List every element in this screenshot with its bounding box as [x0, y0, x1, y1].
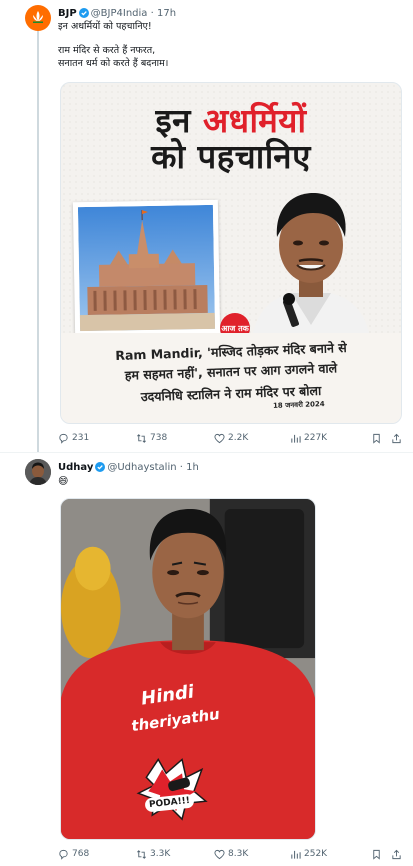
reply-icon [59, 849, 68, 860]
reply-count: 768 [72, 849, 90, 859]
tweet-header: BJP @BJP4India · 17h [58, 6, 176, 20]
tweet-text-emoji: 😄 [58, 476, 69, 487]
views-count: 252K [304, 849, 328, 859]
tweet-bjp[interactable]: BJP @BJP4India · 17h इन अधर्मियों को पहच… [0, 0, 413, 452]
person-photo [231, 175, 391, 345]
views-button[interactable]: 227K [290, 431, 327, 445]
timestamp[interactable]: 17h [157, 8, 176, 19]
author-handle[interactable]: @BJP4India [91, 8, 148, 19]
tweet-media-image[interactable]: Hindi theriyathu PODA!!! [60, 498, 316, 840]
avatar-photo [25, 459, 51, 485]
retweet-count: 3.3K [150, 849, 171, 859]
retweet-icon [137, 433, 146, 443]
like-icon [214, 849, 225, 859]
like-button[interactable]: 8.3K [214, 847, 248, 861]
tweet-actions: 231 738 2.2K 227K [58, 431, 403, 445]
retweet-icon [137, 849, 146, 859]
author-name[interactable]: BJP [58, 8, 77, 19]
thread-line [37, 30, 39, 452]
retweet-button[interactable]: 3.3K [136, 847, 170, 861]
bookmark-icon [373, 433, 380, 444]
verified-badge-icon [95, 462, 106, 472]
timestamp[interactable]: 1h [186, 462, 199, 473]
views-icon [291, 434, 301, 443]
tweet-media-image[interactable]: इन अधर्मियों को पहचानिए आज तक Ram Mandir… [60, 82, 402, 424]
views-icon [291, 850, 301, 859]
like-count: 2.2K [228, 433, 249, 443]
author-name[interactable]: Udhay [58, 462, 93, 473]
verified-badge-icon [78, 8, 89, 18]
retweet-count: 738 [150, 433, 168, 443]
tweet-text-line: इन अधर्मियों को पहचानिए! [58, 21, 152, 32]
media-headline-bottom: को पहचानिए [151, 137, 311, 176]
author-handle[interactable]: @Udhaystalin [107, 462, 176, 473]
tweet-divider [0, 452, 413, 453]
bookmark-icon [373, 849, 380, 860]
reply-count: 231 [72, 433, 90, 443]
share-icon [392, 849, 401, 859]
share-button[interactable] [391, 431, 402, 445]
avatar[interactable] [25, 5, 51, 31]
like-button[interactable]: 2.2K [214, 431, 248, 445]
retweet-button[interactable]: 738 [136, 431, 167, 445]
like-count: 8.3K [228, 849, 249, 859]
tweet-header: Udhay @Udhaystalin · 1h [58, 460, 199, 474]
views-count: 227K [304, 433, 328, 443]
share-button[interactable] [391, 847, 402, 861]
tweet-text-line: सनातन धर्म को करते हैं बदनाम। [58, 58, 169, 69]
reply-icon [59, 433, 68, 444]
reply-button[interactable]: 768 [58, 847, 89, 861]
share-icon [392, 433, 401, 443]
bookmark-button[interactable] [371, 431, 382, 445]
bookmark-button[interactable] [371, 847, 382, 861]
temple-photo [72, 199, 221, 337]
separator-dot: · [176, 461, 187, 473]
views-button[interactable]: 252K [290, 847, 327, 861]
lotus-logo-icon [33, 11, 43, 23]
avatar[interactable] [25, 459, 51, 485]
tweet-udhay[interactable]: Udhay @Udhaystalin · 1h 😄 Hindi theriyat… [0, 455, 413, 866]
separator-dot: · [147, 7, 157, 19]
like-icon [214, 433, 225, 443]
tweet-actions: 768 3.3K 8.3K 252K [58, 847, 403, 861]
caption-date: 18 जनवरी 2024 [272, 400, 325, 410]
reply-button[interactable]: 231 [58, 431, 89, 445]
tweet-text-line: राम मंदिर से करते हैं नफरत, [58, 45, 156, 56]
